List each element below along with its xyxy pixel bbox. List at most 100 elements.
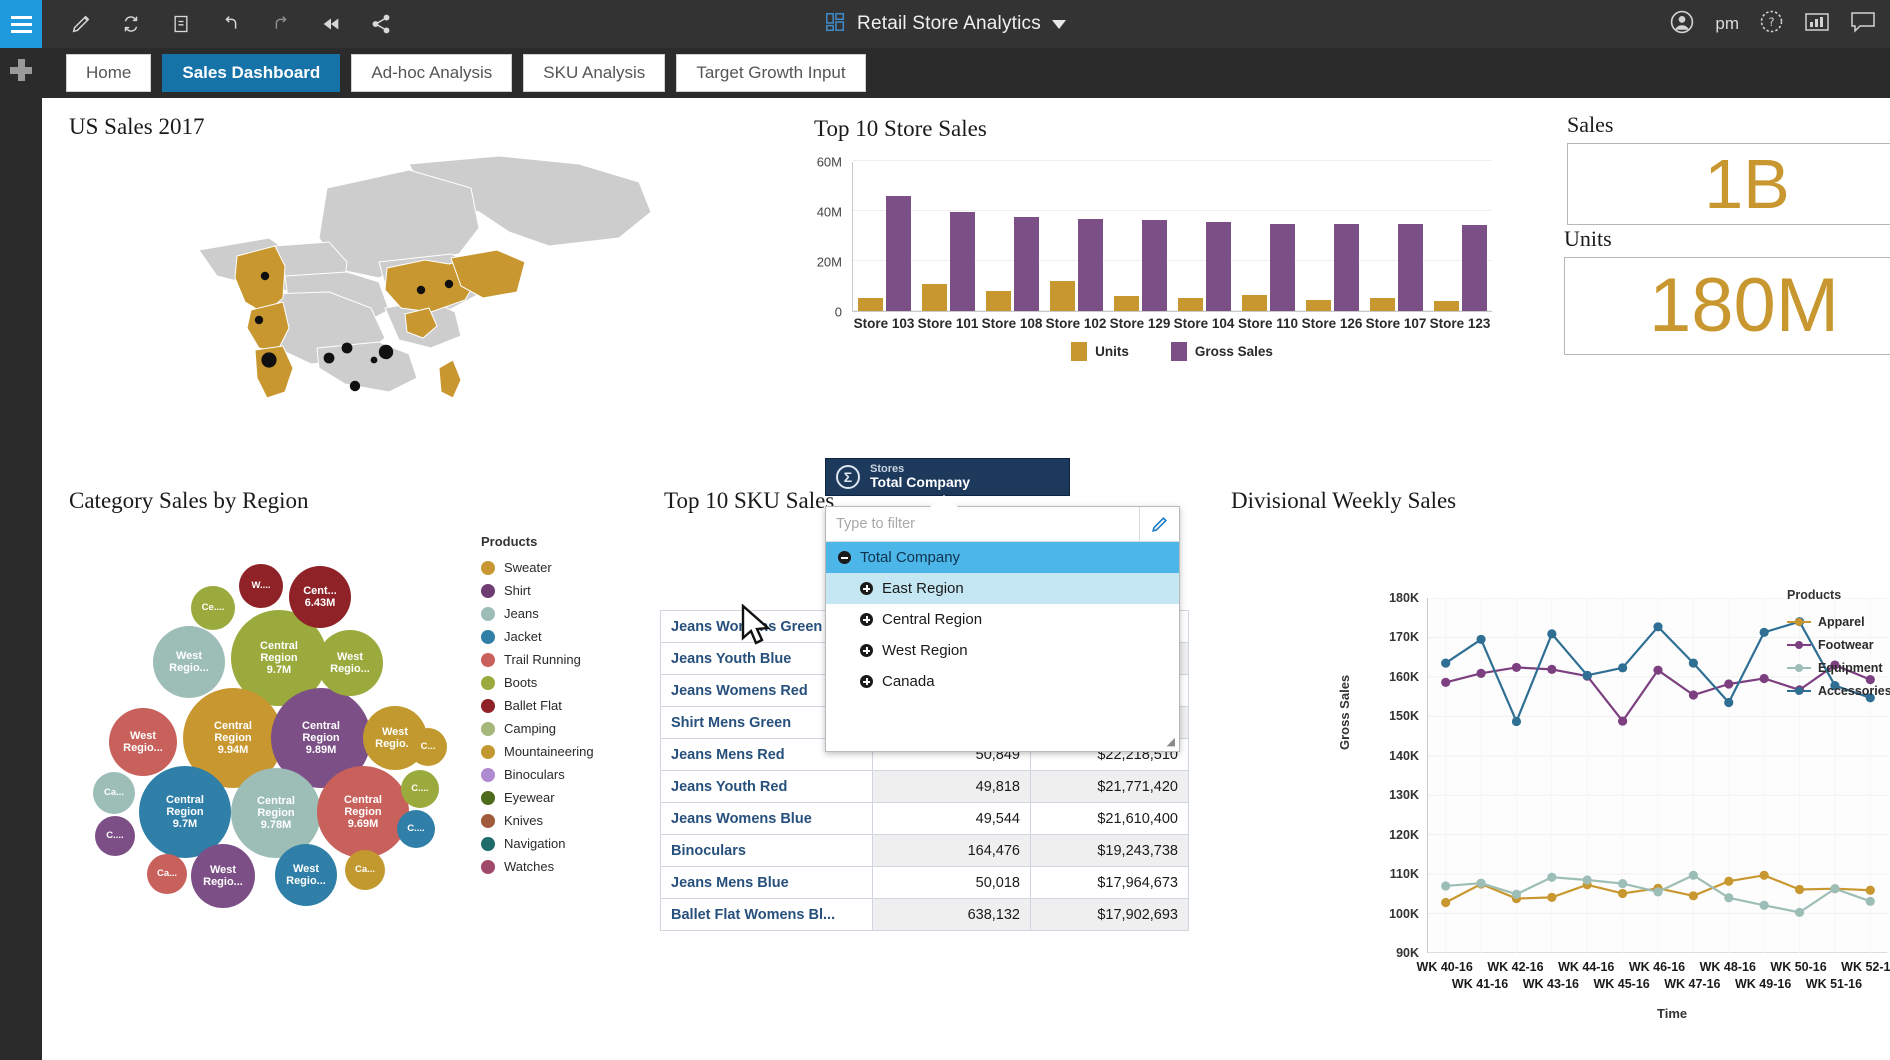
bubble[interactable]: CentralRegion9.69M (317, 766, 409, 858)
bar-units[interactable] (1242, 295, 1267, 311)
expand-icon[interactable] (860, 613, 873, 626)
bar-group[interactable] (981, 162, 1045, 311)
expand-icon[interactable] (860, 644, 873, 657)
undo-icon[interactable] (210, 6, 252, 42)
bar-units[interactable] (922, 284, 947, 312)
legend-item[interactable]: Gross Sales (1171, 342, 1273, 361)
bubble[interactable]: WestRegio... (191, 844, 255, 908)
resize-handle-icon[interactable]: ◢ (1167, 735, 1175, 748)
bar-units[interactable] (1370, 298, 1395, 312)
bubble-label: Ce.... (202, 603, 225, 614)
bar-gross-sales[interactable] (1462, 225, 1487, 311)
expand-icon[interactable] (860, 675, 873, 688)
bar-gross-sales[interactable] (1398, 224, 1423, 311)
table-row[interactable]: Ballet Flat Womens Bl...638,132$17,902,6… (661, 899, 1189, 931)
tab-sku-analysis[interactable]: SKU Analysis (523, 54, 665, 92)
dropdown-item-canada[interactable]: Canada (826, 666, 1179, 697)
bar-gross-sales[interactable] (1142, 220, 1167, 311)
bar-units[interactable] (1306, 300, 1331, 312)
bubble[interactable]: WestRegio... (109, 708, 177, 776)
rewind-icon[interactable] (310, 6, 352, 42)
app-title-group[interactable]: Retail Store Analytics (824, 11, 1066, 38)
bar-group[interactable] (1173, 162, 1237, 311)
legend-item[interactable]: Footwear (1787, 633, 1890, 656)
bubble-label: West (337, 651, 363, 663)
kpi-units-box[interactable]: 180M (1564, 257, 1890, 355)
bar-gross-sales[interactable] (950, 212, 975, 312)
redo-icon[interactable] (260, 6, 302, 42)
bar-group[interactable] (1236, 162, 1300, 311)
bubble[interactable]: Cent...6.43M (289, 566, 351, 628)
bar-units[interactable] (858, 298, 883, 311)
bar-group[interactable] (1109, 162, 1173, 311)
expand-icon[interactable] (860, 582, 873, 595)
legend-item[interactable]: Accessories (1787, 679, 1890, 702)
bubble[interactable]: C... (409, 728, 447, 766)
bar-units[interactable] (986, 291, 1011, 312)
dropdown-item-total-company[interactable]: Total Company (826, 542, 1179, 573)
presentation-icon[interactable] (1804, 11, 1830, 38)
bubble[interactable]: Ca... (345, 850, 385, 890)
north-america-map[interactable] (79, 142, 659, 407)
add-icon[interactable] (0, 48, 42, 92)
share-icon[interactable] (360, 6, 402, 42)
bar-gross-sales[interactable] (1014, 217, 1039, 311)
bubble-label: Ca... (157, 869, 177, 880)
bubble-chart[interactable]: CentralRegion9.7MCentralRegion9.94MCentr… (79, 548, 469, 948)
dropdown-filter-input[interactable] (826, 508, 1139, 541)
table-row[interactable]: Jeans Womens Blue49,544$21,610,400 (661, 803, 1189, 835)
bar-group[interactable] (1045, 162, 1109, 311)
help-icon[interactable]: ? (1759, 9, 1784, 39)
bar-group[interactable] (1300, 162, 1364, 311)
bubble[interactable]: WestRegio... (317, 630, 383, 696)
bar-group[interactable] (853, 162, 917, 311)
bubble[interactable]: W.... (239, 564, 283, 608)
bar-group[interactable] (1364, 162, 1428, 311)
bubble[interactable]: C.... (95, 816, 135, 856)
table-row[interactable]: Binoculars164,476$19,243,738 (661, 835, 1189, 867)
comment-icon[interactable] (1850, 11, 1876, 38)
legend-item[interactable]: Apparel (1787, 610, 1890, 633)
dropdown-item-central-region[interactable]: Central Region (826, 604, 1179, 635)
collapse-icon[interactable] (838, 551, 851, 564)
bar-gross-sales[interactable] (1334, 224, 1359, 311)
bubble[interactable]: Ca... (147, 854, 187, 894)
dropdown-item-east-region[interactable]: East Region (826, 573, 1179, 604)
stores-selector-chip[interactable]: Σ Stores Total Company (825, 458, 1070, 496)
pencil-icon[interactable] (1139, 507, 1179, 541)
chevron-down-icon[interactable] (1052, 20, 1066, 29)
bar-units[interactable] (1178, 298, 1203, 311)
bar-gross-sales[interactable] (1206, 222, 1231, 311)
bar-gross-sales[interactable] (886, 196, 911, 311)
dropdown-item-west-region[interactable]: West Region (826, 635, 1179, 666)
bar-units[interactable] (1050, 281, 1075, 311)
tab-ad-hoc-analysis[interactable]: Ad-hoc Analysis (351, 54, 512, 92)
table-row[interactable]: Jeans Mens Blue50,018$17,964,673 (661, 867, 1189, 899)
bubble[interactable]: Ca... (93, 772, 135, 814)
bubble[interactable]: C.... (397, 810, 435, 848)
legend-item[interactable]: Equipment (1787, 656, 1890, 679)
pencil-icon[interactable] (60, 6, 102, 42)
bar-gross-sales[interactable] (1270, 224, 1295, 312)
refresh-icon[interactable] (110, 6, 152, 42)
bubble[interactable]: WestRegio... (275, 844, 337, 906)
bar-chart-plot[interactable] (852, 162, 1492, 312)
tab-target-growth-input[interactable]: Target Growth Input (676, 54, 865, 92)
bar-gross-sales[interactable] (1078, 219, 1103, 311)
menu-icon[interactable] (0, 0, 42, 48)
kpi-sales-box[interactable]: 1B (1567, 143, 1890, 225)
tab-sales-dashboard[interactable]: Sales Dashboard (162, 54, 340, 92)
stores-dropdown[interactable]: Total CompanyEast RegionCentral RegionWe… (825, 506, 1180, 752)
bubble[interactable]: Ce.... (191, 586, 235, 630)
account-icon[interactable] (1669, 9, 1695, 40)
bar-units[interactable] (1114, 296, 1139, 312)
bar-units[interactable] (1434, 301, 1459, 312)
save-icon[interactable] (160, 6, 202, 42)
bubble[interactable]: WestRegio... (153, 626, 225, 698)
bar-group[interactable] (1428, 162, 1492, 311)
tab-home[interactable]: Home (66, 54, 151, 92)
legend-item[interactable]: Units (1071, 342, 1129, 361)
bar-group[interactable] (917, 162, 981, 311)
table-row[interactable]: Jeans Youth Red49,818$21,771,420 (661, 771, 1189, 803)
bubble[interactable]: C.... (401, 770, 439, 808)
